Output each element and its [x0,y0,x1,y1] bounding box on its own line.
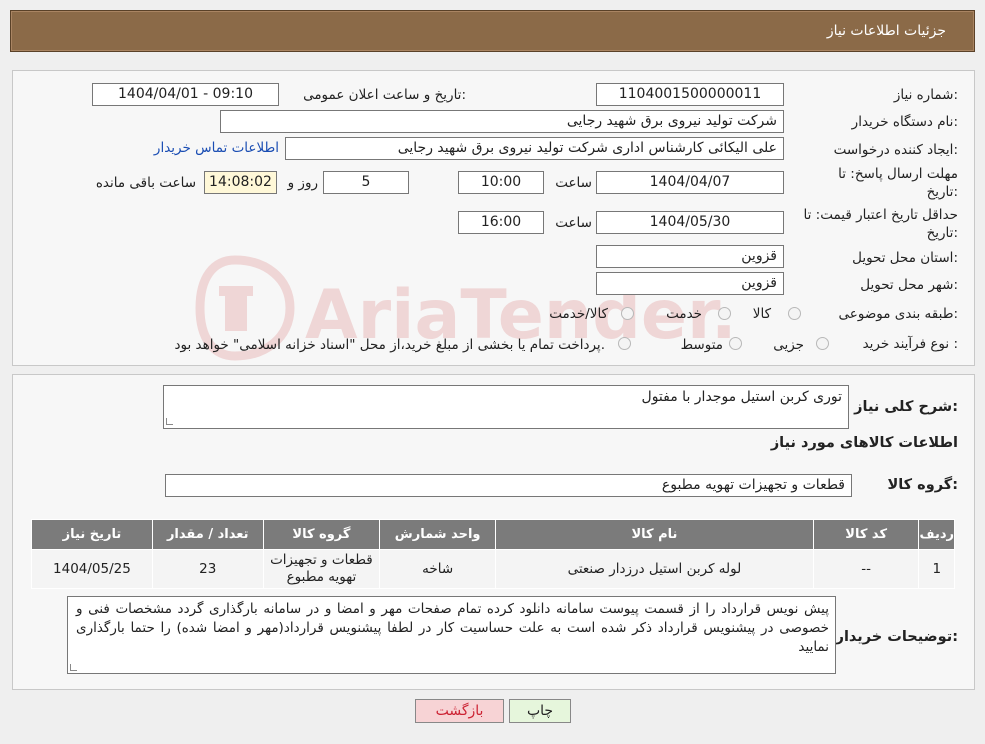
announce-label: تاریخ و ساعت اعلان عمومی: [303,87,466,103]
validity-time-field: 16:00 [458,211,544,234]
col-unit-header: واحد شمارش [379,519,496,550]
city-label: شهر محل تحویل: [860,277,958,293]
category-option-goods-service: کالا/خدمت [549,306,608,322]
process-radio-minor[interactable] [816,337,829,350]
notes-label: توضیحات خریدار: [835,629,958,645]
process-note: پرداخت تمام یا بخشی از مبلغ خرید،از محل … [174,337,605,353]
province-field: قزوین [596,245,784,268]
group-label: گروه کالا: [887,477,958,493]
cell-code: -- [812,549,920,589]
col-qty-header: تعداد / مقدار [151,519,264,550]
deadline-time-field: 10:00 [458,171,544,194]
page-header: جزئیات اطلاعات نیاز [10,10,975,52]
description-text: توری کربن استیل موجدار با مفتول [641,389,842,405]
remaining-label: ساعت باقی مانده [95,175,196,191]
remaining-time-field: 14:08:02 [204,171,277,194]
deadline-label: مهلت ارسال پاسخ: تا [838,166,958,182]
category-radio-goods-service[interactable] [621,307,634,320]
cell-date: 1404/05/25 [31,549,153,589]
process-label: نوع فرآیند خرید : [862,336,958,352]
items-title: اطلاعات کالاهای مورد نیاز [770,435,958,451]
validity-time-label: ساعت [555,215,592,231]
days-field: 5 [323,171,409,194]
city-field: قزوین [596,272,784,295]
back-button[interactable]: بازگشت [415,699,504,723]
validity-date-field: 1404/05/30 [596,211,784,234]
process-option-medium: متوسط [680,337,723,353]
description-resize-handle[interactable] [166,418,173,425]
items-table: ردیف کد کالا نام کالا واحد شمارش گروه کا… [31,519,955,589]
need-number-field: 1104001500000011 [596,83,784,106]
category-option-goods: کالا [752,306,771,322]
process-option-minor: جزیی [773,337,804,353]
col-row-header: ردیف [918,519,955,550]
province-label: استان محل تحویل: [852,250,958,266]
announce-field: 1404/04/01 - 09:10 [92,83,279,106]
description-field: توری کربن استیل موجدار با مفتول [163,385,849,429]
deadline-date-field: 1404/04/07 [596,171,784,194]
requester-field: علی الیکائی کارشناس اداری شرکت تولید نیر… [285,137,784,160]
deadline-time-label: ساعت [555,175,592,191]
deadline-label-2: تاریخ: [926,184,958,200]
validity-label-2: تاریخ: [926,225,958,241]
cell-name: لوله کربن استیل درزدار صنعتی [495,549,814,589]
category-option-service: خدمت [666,306,702,322]
notes-field: پیش نویس قرارداد را از قسمت پیوست سامانه… [67,596,836,674]
days-label: روز و [287,175,318,191]
buyer-field: شرکت تولید نیروی برق شهید رجایی [220,110,784,133]
validity-label: حداقل تاریخ اعتبار قیمت: تا [803,207,958,223]
requester-label: ایجاد کننده درخواست: [833,142,958,158]
category-label: طبقه بندی موضوعی: [838,306,958,322]
cell-unit: شاخه [379,549,496,589]
cell-group: قطعات و تجهیزات تهویه مطبوع [262,549,381,589]
category-radio-goods[interactable] [788,307,801,320]
page-title: جزئیات اطلاعات نیاز [826,23,946,39]
col-date-header: تاریخ نیاز [31,519,153,550]
col-group-header: گروه کالا [262,519,381,550]
col-code-header: کد کالا [812,519,920,550]
process-radio-medium[interactable] [729,337,742,350]
cell-qty: 23 [151,549,264,589]
need-number-label: شماره نیاز: [893,87,958,103]
notes-resize-handle[interactable] [70,664,77,671]
category-radio-service[interactable] [718,307,731,320]
col-name-header: نام کالا [495,519,814,550]
process-checkbox-treasury[interactable] [618,337,631,350]
table-row: 1 -- لوله کربن استیل درزدار صنعتی شاخه ق… [31,549,955,589]
notes-text: پیش نویس قرارداد را از قسمت پیوست سامانه… [76,601,829,655]
description-label: شرح کلی نیاز: [854,399,958,415]
buyer-contact-link[interactable]: اطلاعات تماس خریدار [154,140,279,156]
group-field: قطعات و تجهیزات تهویه مطبوع [165,474,852,497]
cell-row: 1 [918,549,955,589]
buyer-label: نام دستگاه خریدار: [851,114,958,130]
print-button[interactable]: چاپ [509,699,571,723]
table-header-row: ردیف کد کالا نام کالا واحد شمارش گروه کا… [31,519,955,550]
